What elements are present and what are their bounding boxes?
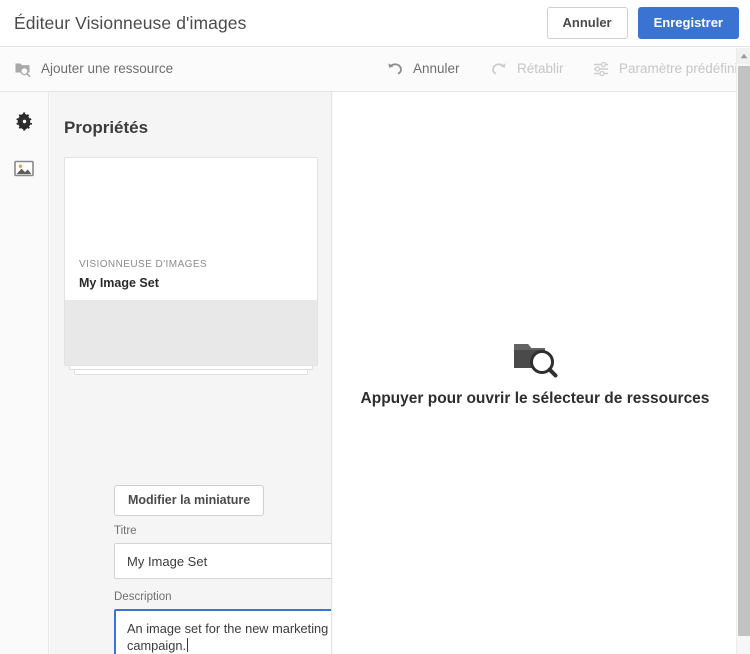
asset-picker-label: Appuyer pour ouvrir le sélecteur de ress…: [360, 389, 710, 407]
panel-title: Propriétés: [64, 118, 149, 137]
left-rail: [0, 92, 49, 654]
folder-search-icon: [14, 60, 32, 78]
folder-search-icon: [512, 339, 558, 384]
main-canvas: Appuyer pour ouvrir le sélecteur de ress…: [333, 92, 737, 654]
preset-label: Paramètre prédéfini: [619, 61, 738, 77]
undo-button[interactable]: Annuler: [386, 47, 460, 91]
title-input[interactable]: [114, 543, 331, 579]
page-scrollbar[interactable]: [736, 48, 750, 654]
title-field-label: Titre: [114, 525, 137, 537]
page-title: Éditeur Visionneuse d'images: [14, 12, 247, 33]
edit-thumbnail-button[interactable]: Modifier la miniature: [114, 485, 265, 516]
sliders-icon: [592, 60, 610, 78]
description-value: An image set for the new marketing campa…: [127, 621, 332, 654]
scrollbar-thumb[interactable]: [738, 66, 750, 636]
description-textarea[interactable]: An image set for the new marketing campa…: [114, 609, 332, 654]
redo-button: Rétablir: [490, 47, 564, 91]
gear-icon: [15, 112, 34, 136]
undo-icon: [386, 60, 404, 78]
asset-picker-dropzone[interactable]: Appuyer pour ouvrir le sélecteur de ress…: [333, 92, 737, 654]
cancel-button[interactable]: Annuler: [546, 7, 628, 39]
app-header: Éditeur Visionneuse d'images Annuler Enr…: [0, 0, 750, 47]
asset-card-kicker: VISIONNEUSE D'IMAGES: [79, 259, 208, 270]
asset-card-body: VISIONNEUSE D'IMAGES My Image Set: [65, 158, 317, 290]
editor-toolbar: Ajouter une ressource Annuler Rétablir P…: [0, 47, 750, 92]
header-actions: Annuler Enregistrer: [546, 7, 739, 39]
undo-label: Annuler: [413, 61, 460, 77]
properties-panel: Propriétés VISIONNEUSE D'IMAGES My Image…: [50, 92, 332, 654]
add-asset-label: Ajouter une ressource: [41, 61, 174, 77]
sidebar-item-assets[interactable]: [0, 149, 48, 193]
image-viewer-editor: Éditeur Visionneuse d'images Annuler Enr…: [0, 0, 750, 654]
save-button[interactable]: Enregistrer: [637, 7, 739, 39]
text-caret: [187, 638, 189, 653]
redo-label: Rétablir: [517, 61, 564, 77]
description-field-label: Description: [114, 591, 172, 603]
asset-card-title: My Image Set: [79, 276, 159, 290]
scroll-up-arrow-icon[interactable]: [737, 48, 750, 64]
preset-button: Paramètre prédéfini: [592, 47, 738, 91]
asset-card[interactable]: VISIONNEUSE D'IMAGES My Image Set: [64, 157, 318, 366]
sidebar-item-properties[interactable]: [0, 102, 48, 146]
add-asset-button[interactable]: Ajouter une ressource: [14, 47, 173, 91]
redo-icon: [490, 60, 508, 78]
asset-card-stack: VISIONNEUSE D'IMAGES My Image Set: [64, 157, 318, 376]
description-textarea-content: An image set for the new marketing campa…: [116, 611, 332, 654]
image-icon: [14, 160, 34, 182]
asset-card-thumbnail: [65, 300, 317, 365]
